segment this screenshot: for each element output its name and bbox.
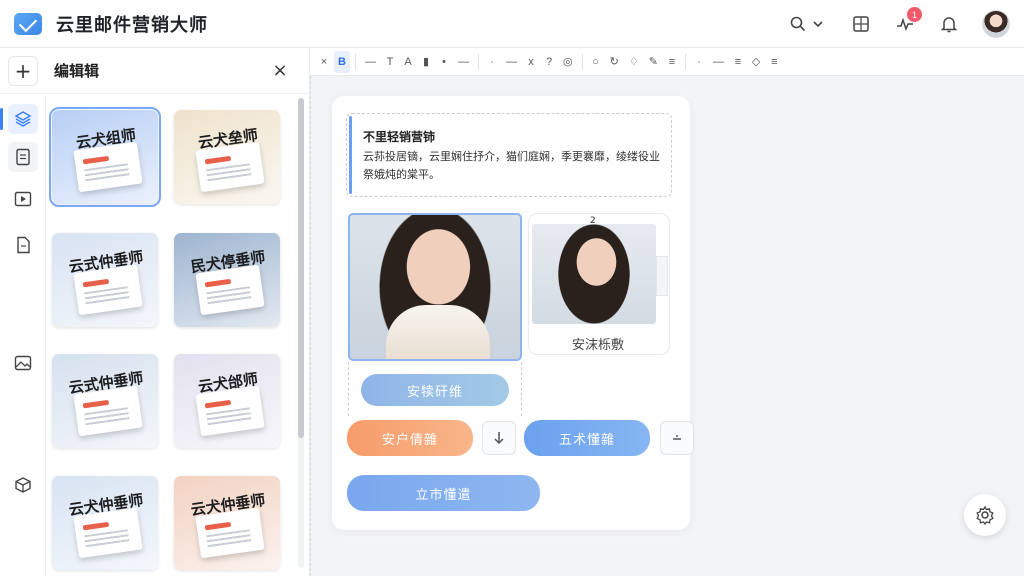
toolbar-separator	[355, 53, 356, 70]
rail-files-button[interactable]	[8, 230, 38, 260]
close-panel-button[interactable]: ×	[270, 60, 290, 81]
text-block[interactable]: 不里轻销营铈 云荪投居镝，云里娴住抒介，猫们庭娴，季更褰靡，绫缕役业祭娥炖的棠平…	[346, 113, 672, 197]
toolbar-button[interactable]: ♢	[625, 51, 643, 73]
toolbar-button[interactable]: ◎	[559, 51, 577, 73]
toolbar-button[interactable]: ·	[691, 51, 707, 73]
settings-button[interactable]	[964, 494, 1006, 536]
text-block-title: 不里轻销营铈	[363, 130, 436, 144]
side-photo-label: 安沫栎敷	[571, 338, 624, 353]
toolbar-button[interactable]: B	[334, 50, 350, 73]
left-rail	[0, 96, 46, 576]
toolbar-button[interactable]: —	[454, 51, 473, 73]
toolbar-button[interactable]: —	[709, 51, 728, 73]
toolbar-separator	[478, 53, 479, 70]
notification-badge: 1	[907, 7, 922, 22]
rail-document-button[interactable]	[8, 142, 38, 172]
toolbar-button[interactable]: ↻	[606, 51, 623, 73]
layers-icon	[14, 111, 32, 127]
toolbar-button[interactable]: ×	[316, 51, 332, 73]
cta-button-c[interactable]: 五术懂雜	[524, 420, 650, 456]
rail-package-button[interactable]	[8, 470, 38, 500]
mail-logo-icon	[14, 12, 42, 35]
bell-icon	[940, 17, 958, 33]
package-icon	[15, 477, 31, 493]
panel-scrollbar[interactable]	[298, 98, 304, 568]
rail-image-button[interactable]	[8, 348, 38, 378]
toolbar-button[interactable]: A	[400, 51, 416, 73]
cta-button-b[interactable]: 安户倩雜	[347, 420, 473, 456]
notifications-button[interactable]	[938, 13, 960, 35]
format-toolbar: × B — T A ▮ • — · — x? ◎ ○ ↻ ♢ ✎ ≡ · — ≡ ◇ ≡	[310, 48, 1024, 76]
add-template-button[interactable]: +	[8, 55, 38, 86]
grid-icon	[853, 16, 869, 32]
toolbar-button[interactable]: ·	[484, 51, 500, 73]
toolbar-separator	[684, 53, 686, 70]
header-actions: 1	[786, 0, 1010, 48]
toolbar-button[interactable]: T	[382, 51, 398, 73]
file-icon	[17, 236, 30, 254]
side-strip	[656, 256, 668, 296]
toolbar-button[interactable]: —	[502, 51, 521, 73]
toolbar-button[interactable]: ◇	[748, 51, 764, 73]
toolbar-button[interactable]: ✎	[645, 51, 662, 73]
activity-button[interactable]: 1	[894, 7, 922, 35]
canvas-guide-line	[310, 76, 311, 576]
gear-icon	[976, 505, 994, 525]
search-dropdown-button[interactable]	[786, 13, 828, 35]
panel-title: 编辑辑	[54, 62, 100, 80]
template-thumbnail[interactable]: 云犬仲垂师	[174, 476, 280, 570]
user-avatar[interactable]	[982, 10, 1010, 38]
template-thumbnail[interactable]: 云犬仲垂师	[52, 476, 158, 570]
side-photo-number: 2	[590, 216, 596, 226]
grid-button[interactable]	[850, 13, 872, 35]
guide-line	[348, 362, 349, 416]
toolbar-button[interactable]: ○	[588, 51, 604, 73]
document-icon	[16, 148, 30, 166]
rail-media-button[interactable]	[8, 184, 38, 214]
toolbar-button[interactable]: ▮	[418, 51, 434, 73]
template-thumbnail[interactable]: 云犬组师	[49, 107, 161, 207]
cta-button-a[interactable]: 安犊矸维	[361, 374, 509, 406]
guide-line	[521, 362, 522, 416]
template-thumbnail[interactable]: 云式仲垂师	[52, 233, 158, 327]
template-thumbnail[interactable]: 云式仲垂师	[52, 354, 158, 448]
image-icon	[14, 355, 32, 371]
cta-button-d[interactable]: 立市懂遣	[347, 475, 540, 511]
panel-header: + 编辑辑 ×	[0, 48, 310, 94]
main-photo[interactable]	[348, 213, 522, 361]
text-block-body: 云荪投居镝，云里娴住抒介，猫们庭娴，季更褰靡，绫缕役业祭娥炖的棠平。	[363, 150, 660, 181]
more-options-button[interactable]	[660, 421, 694, 455]
template-thumbnail[interactable]: 云犬垒师	[174, 110, 280, 204]
media-icon	[14, 191, 32, 207]
toolbar-button[interactable]: ≡	[664, 51, 680, 73]
toolbar-button[interactable]: ≡	[730, 51, 746, 73]
toolbar-button[interactable]: x	[523, 51, 539, 73]
side-photo[interactable]	[532, 224, 656, 324]
template-thumbnail[interactable]: 民犬停垂师	[174, 233, 280, 327]
minus-icon	[673, 435, 681, 440]
rail-layers-button[interactable]	[0, 104, 38, 134]
template-panel: + 编辑辑 × 云犬组师 云犬垒师 云式仲垂师 民犬停垂师 云式仲垂师 云犬邰师 云犬仲垂师…	[0, 48, 310, 576]
toolbar-button[interactable]: ≡	[766, 51, 782, 73]
chevron-down-icon	[813, 21, 823, 28]
app-title: 云里邮件营销大师	[56, 14, 208, 36]
app-header: 云里邮件营销大师 1	[0, 0, 1024, 48]
move-down-button[interactable]	[482, 421, 516, 455]
toolbar-separator	[581, 53, 583, 70]
search-icon	[790, 16, 806, 32]
scrollbar-thumb[interactable]	[298, 98, 304, 438]
toolbar-button[interactable]: —	[361, 51, 380, 73]
arrow-down-icon	[494, 432, 504, 445]
toolbar-button[interactable]: ?	[541, 51, 557, 73]
toolbar-button[interactable]: •	[436, 51, 452, 73]
template-thumbnail[interactable]: 云犬邰师	[174, 354, 280, 448]
